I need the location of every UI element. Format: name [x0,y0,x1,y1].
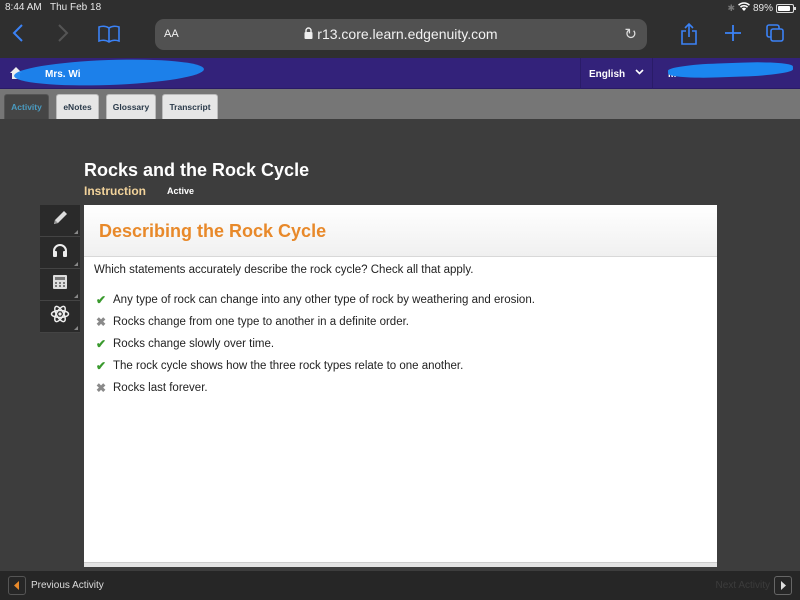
new-tab-icon[interactable] [724,24,742,46]
answer-item: ✔ The rock cycle shows how the three roc… [96,355,535,377]
x-icon: ✖ [96,381,107,395]
lock-icon [304,26,317,42]
next-activity-link: Next Activity [715,580,770,591]
redaction-scribble [667,60,794,80]
lesson-section: Instruction [84,184,146,198]
answer-item: ✔ Rocks change slowly over time. [96,333,535,355]
caret-left-icon [14,577,20,595]
language-label: English [589,69,626,80]
check-icon: ✔ [96,359,107,373]
lesson-title: Rocks and the Rock Cycle [84,160,310,180]
previous-activity-link[interactable]: Previous Activity [31,580,104,591]
answer-text: Rocks change slowly over time. [113,338,275,350]
check-icon: ✔ [96,293,107,307]
answer-text: Rocks change from one type to another in… [113,316,409,328]
language-select[interactable]: English [580,58,653,89]
tab-transcript[interactable]: Transcript [162,94,218,119]
reload-icon[interactable]: ↻ [624,25,637,43]
bookmarks-icon[interactable] [98,25,120,47]
chevron-down-icon [635,67,644,78]
previous-activity-button[interactable] [8,576,26,595]
battery-percent: 89% [752,2,773,14]
battery-fill [778,5,791,11]
science-tool-button[interactable] [40,301,80,333]
pencil-icon [51,209,69,232]
url-display[interactable]: r13.core.learn.edgenuity.com [155,26,647,42]
forward-icon[interactable] [57,24,69,46]
tool-rail [40,205,80,333]
share-icon[interactable] [681,22,697,49]
status-date: Thu Feb 18 [50,2,102,13]
status-bar: 8:44 AM Thu Feb 18 ✱ 89% [0,0,800,16]
battery-icon [776,3,796,13]
activity-icon: ✱ [727,2,735,13]
card-header: Describing the Rock Cycle [84,205,717,257]
tab-glossary[interactable]: Glossary [106,94,156,119]
calculator-icon [52,274,68,295]
course-title[interactable]: Mrs. Wi [45,69,80,80]
address-bar[interactable]: AA r13.core.learn.edgenuity.com ↻ [155,19,647,50]
redaction-scribble [13,56,205,89]
browser-toolbar: AA r13.core.learn.edgenuity.com ↻ [0,16,800,58]
answer-list: ✔ Any type of rock can change into any o… [96,289,535,399]
question-prompt: Which statements accurately describe the… [94,264,474,276]
calculator-tool-button[interactable] [40,269,80,301]
check-icon: ✔ [96,337,107,351]
next-activity-button[interactable] [774,576,792,595]
answer-item: ✖ Rocks last forever. [96,377,535,399]
status-indicators: ✱ 89% [727,2,796,14]
audio-tool-button[interactable] [40,237,80,269]
tab-strip: Activity eNotes Glossary Transcript [0,89,800,119]
answer-item: ✖ Rocks change from one type to another … [96,311,535,333]
tabs-icon[interactable] [766,24,784,46]
back-icon[interactable] [12,24,24,46]
activity-card: Describing the Rock Cycle Which statemen… [84,205,717,567]
atom-icon [50,304,70,329]
answer-text: The rock cycle shows how the three rock … [113,360,464,372]
activity-footer: Previous Activity Next Activity [0,571,800,600]
answer-text: Any type of rock can change into any oth… [113,294,535,306]
card-footer-edge [84,562,717,567]
pencil-tool-button[interactable] [40,205,80,237]
url-text: r13.core.learn.edgenuity.com [317,26,498,42]
caret-right-icon [780,577,786,595]
answer-item: ✔ Any type of rock can change into any o… [96,289,535,311]
answer-text: Rocks last forever. [113,382,208,394]
tab-enotes[interactable]: eNotes [56,94,99,119]
card-title: Describing the Rock Cycle [99,221,327,241]
tab-activity[interactable]: Activity [4,94,49,119]
status-time: 8:44 AM [5,2,42,13]
x-icon: ✖ [96,315,107,329]
headphones-icon [51,242,69,263]
lesson-status: Active [167,186,195,196]
app-header: Mrs. Wi English M [0,56,800,89]
wifi-icon [737,2,750,14]
